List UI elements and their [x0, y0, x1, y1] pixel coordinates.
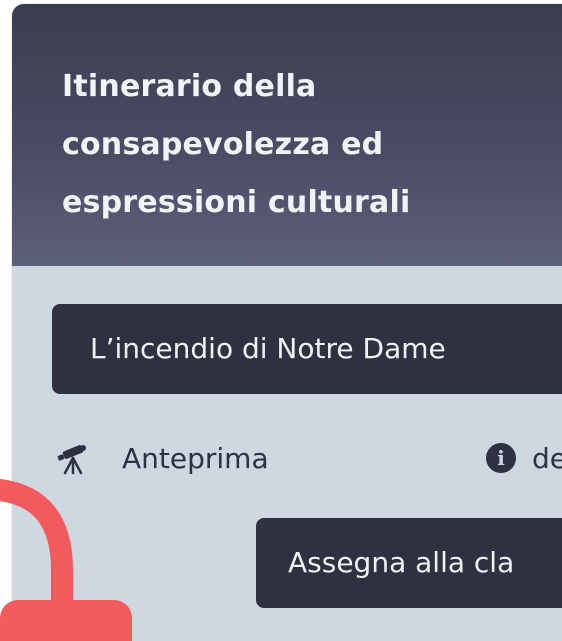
card-title: Itinerario della consapevolezza ed espre…: [62, 69, 411, 220]
screenshot-stage: Itinerario della consapevolezza ed espre…: [0, 0, 562, 641]
telescope-icon: [57, 445, 86, 475]
lesson-button[interactable]: L’incendio di Notre Dame: [52, 304, 562, 394]
assign-class-button[interactable]: Assegna alla cla: [256, 518, 562, 608]
info-icon: i: [486, 443, 516, 473]
details-label: de: [532, 441, 562, 475]
details-link[interactable]: i de: [486, 428, 562, 488]
itinerary-card: Itinerario della consapevolezza ed espre…: [12, 4, 562, 641]
preview-link[interactable]: Anteprima: [52, 428, 269, 488]
card-header: Itinerario della consapevolezza ed espre…: [12, 4, 562, 266]
preview-label: Anteprima: [122, 441, 269, 475]
